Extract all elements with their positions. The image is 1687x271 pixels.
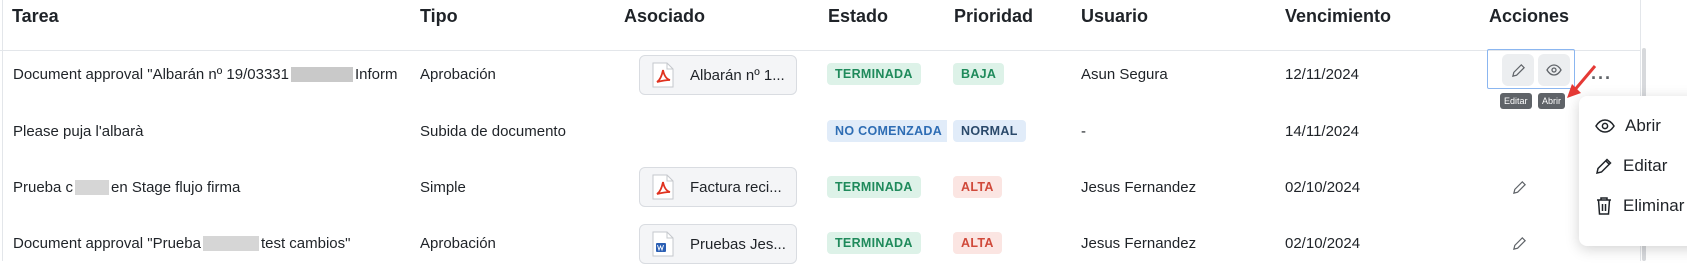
column-header-tipo[interactable]: Tipo [420, 6, 458, 27]
associated-document-name: Factura reci... [690, 178, 782, 196]
menu-item-edit-label: Editar [1623, 156, 1668, 175]
word-file-icon [652, 231, 674, 257]
edit-button[interactable] [1503, 171, 1535, 203]
table-header: Tarea Tipo Asociado Estado Prioridad Usu… [0, 0, 1640, 51]
status-badge: NO COMENZADA [827, 120, 947, 142]
pencil-icon [1512, 236, 1526, 250]
menu-item-delete[interactable]: Eliminar [1595, 196, 1684, 216]
task-name: Document approval "Prueba test cambios" [13, 215, 413, 271]
priority-cell: BAJA [953, 46, 1073, 102]
redacted-text [290, 66, 353, 82]
table-row[interactable]: Document approval "Prueba test cambios" … [3, 215, 1640, 271]
task-name: Please puja l'albarà [13, 122, 144, 140]
task-name: Prueba c en Stage flujo firma [13, 159, 413, 215]
associated-document-chip[interactable]: Albarán nº 1... [639, 55, 797, 95]
status-cell: TERMINADA [827, 159, 947, 215]
menu-item-edit[interactable]: Editar [1595, 156, 1667, 176]
status-cell: TERMINADA [827, 215, 947, 271]
user-name: Asun Segura [1081, 65, 1168, 83]
eye-icon [1595, 119, 1615, 133]
status-cell: TERMINADA [827, 46, 947, 102]
edit-button[interactable] [1502, 54, 1534, 86]
due-date: 14/11/2024 [1285, 122, 1359, 140]
column-header-usuario[interactable]: Usuario [1081, 6, 1148, 27]
associated-document-name: Pruebas Jes... [690, 235, 786, 253]
associated-document-name: Albarán nº 1... [690, 66, 785, 84]
user-name: Jesus Fernandez [1081, 178, 1197, 196]
status-badge: TERMINADA [827, 63, 921, 85]
priority-badge: ALTA [953, 232, 1002, 254]
column-header-tarea[interactable]: Tarea [12, 6, 59, 27]
pencil-icon [1512, 180, 1526, 194]
task-name-text: Document approval "Prueba [13, 234, 201, 252]
associated-document-chip[interactable]: Pruebas Jes... [639, 224, 797, 264]
priority-cell: ALTA [953, 159, 1073, 215]
pdf-file-icon [652, 174, 674, 200]
due-date: 02/10/2024 [1285, 178, 1361, 196]
pencil-icon [1511, 63, 1525, 77]
row-context-menu: Abrir Editar Eliminar [1579, 96, 1687, 246]
trash-icon [1597, 197, 1611, 215]
task-type: Aprobación [420, 65, 496, 83]
associated-document-chip[interactable]: Factura reci... [639, 167, 797, 207]
table-row[interactable]: Prueba c en Stage flujo firma Simple Fac… [3, 159, 1640, 215]
task-type: Aprobación [420, 234, 496, 252]
priority-cell: NORMAL [953, 103, 1073, 159]
priority-badge: BAJA [953, 63, 1005, 85]
column-header-asociado[interactable]: Asociado [624, 6, 705, 27]
task-name-text: Document approval "Albarán nº 19/03331 [13, 65, 289, 83]
pdf-file-icon [652, 62, 674, 88]
task-name-text-end: Inform [354, 65, 398, 83]
status-cell: NO COMENZADA [827, 103, 947, 159]
priority-badge: ALTA [953, 176, 1002, 198]
task-name-text-end: en Stage flujo firma [111, 178, 241, 196]
task-name-text: Prueba c [13, 178, 74, 196]
column-header-acciones: Acciones [1489, 6, 1570, 26]
pencil-icon [1596, 158, 1612, 174]
table-row[interactable]: Please puja l'albarà Subida de documento… [3, 103, 1640, 159]
edit-button[interactable] [1503, 227, 1535, 259]
task-type: Subida de documento [420, 122, 566, 140]
status-badge: TERMINADA [827, 176, 921, 198]
task-type: Simple [420, 178, 466, 196]
due-date: 02/10/2024 [1285, 234, 1361, 252]
due-date: 12/11/2024 [1285, 65, 1359, 83]
menu-item-open-label: Abrir [1625, 116, 1661, 135]
menu-item-delete-label: Eliminar [1623, 196, 1685, 215]
column-header-vencimiento[interactable]: Vencimiento [1285, 6, 1391, 27]
priority-badge: NORMAL [953, 120, 1026, 142]
user-name: - [1081, 122, 1086, 140]
user-name: Jesus Fernandez [1081, 234, 1197, 252]
column-header-prioridad[interactable]: Prioridad [954, 6, 1033, 27]
task-name: Document approval "Albarán nº 19/03331 I… [13, 46, 413, 102]
menu-item-open[interactable]: Abrir [1595, 116, 1661, 136]
column-header-estado[interactable]: Estado [828, 6, 888, 27]
priority-cell: ALTA [953, 215, 1073, 271]
redacted-text [75, 179, 110, 195]
task-name-text-end: test cambios" [260, 234, 351, 252]
status-badge: TERMINADA [827, 232, 921, 254]
eye-icon [1546, 64, 1562, 76]
table-row[interactable]: Document approval "Albarán nº 19/03331 I… [3, 46, 1640, 102]
redacted-text [202, 235, 259, 251]
